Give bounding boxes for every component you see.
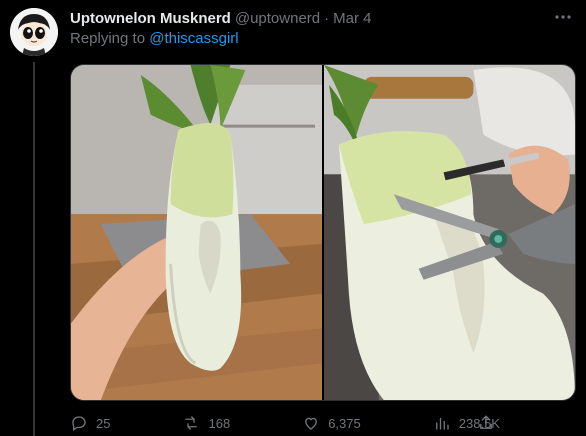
avatar[interactable] [10, 8, 58, 56]
author-display-name[interactable]: Uptownelon Musknerd [70, 10, 231, 27]
more-options-icon[interactable] [554, 8, 572, 31]
share-button[interactable] [477, 414, 495, 432]
avatar-cartoon-icon [10, 8, 58, 56]
repost-count: 168 [208, 415, 231, 431]
media-image-left[interactable] [71, 65, 322, 400]
replying-to-label: Replying to [70, 30, 146, 47]
reply-icon [72, 416, 86, 432]
post-actions: 25 168 6,375 238.5K [70, 412, 500, 434]
reply-count: 25 [96, 415, 111, 431]
reply-button[interactable]: 25 [70, 414, 110, 432]
media-image-right[interactable] [324, 65, 575, 400]
heart-icon [305, 417, 318, 430]
replying-to-mention[interactable]: @thiscassgirl [149, 30, 238, 47]
separator-dot: · [324, 9, 330, 27]
author-handle[interactable]: @uptownerd [235, 10, 320, 27]
daikon-radish-photo-right [324, 65, 575, 400]
post-header: Uptownelon Musknerd @uptownerd · Mar 4 [70, 8, 546, 28]
views-bar-chart-icon [435, 417, 449, 430]
media-grid [70, 64, 576, 401]
replying-to: Replying to @thiscassgirl [70, 30, 239, 47]
thread-connector-line [33, 62, 35, 436]
repost-button[interactable]: 168 [182, 414, 230, 432]
daikon-radish-photo-left [71, 65, 322, 400]
share-icon [480, 415, 492, 429]
post-date[interactable]: Mar 4 [333, 10, 371, 27]
repost-icon [185, 416, 198, 430]
like-button[interactable]: 6,375 [302, 414, 361, 432]
like-count: 6,375 [328, 415, 361, 431]
